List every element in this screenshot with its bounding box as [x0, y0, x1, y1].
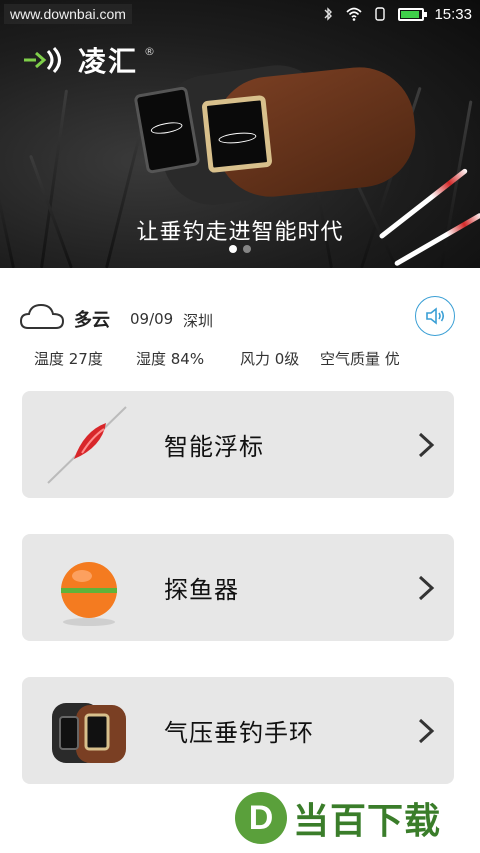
pager-dot-active[interactable]: [229, 245, 237, 253]
smart-float-icon: [47, 406, 127, 484]
logo-text: 凌汇: [78, 45, 139, 78]
wifi-icon: [346, 7, 363, 21]
battery-icon: [398, 7, 428, 21]
brand-logo: 凌汇 ®: [22, 40, 155, 80]
chevron-right-icon: [418, 718, 435, 743]
watermark-badge-icon: D: [235, 792, 287, 844]
site-watermark: www.downbai.com: [4, 4, 132, 24]
watermark-text: 当百下载: [293, 801, 442, 842]
chevron-right-icon: [418, 575, 435, 600]
chevron-right-icon: [418, 432, 435, 457]
speaker-icon: [426, 307, 445, 325]
menu-item-fish-finder[interactable]: 探鱼器: [22, 534, 454, 641]
logo-mark-icon: [24, 46, 61, 74]
menu-item-fishing-wristband[interactable]: 气压垂钓手环: [22, 677, 454, 784]
silent-icon: [375, 7, 386, 21]
bluetooth-icon: [324, 7, 333, 21]
battery-level: [401, 10, 420, 18]
fish-finder-icon: [61, 562, 117, 626]
air-quality-stat: 空气质量 优: [320, 350, 400, 368]
weather-condition: 多云: [74, 310, 110, 331]
cloud-icon: [20, 303, 64, 329]
download-site-watermark: D 当百下载: [235, 792, 441, 844]
status-bar: 15:33: [320, 0, 480, 28]
menu-item-label: 气压垂钓手环: [164, 719, 314, 747]
weather-date: 09/09: [130, 310, 174, 328]
weather-city: 深圳: [183, 312, 214, 330]
menu-item-label: 探鱼器: [164, 576, 239, 604]
clock-time: 15:33: [434, 5, 472, 23]
carousel-pager[interactable]: [0, 245, 480, 253]
weather-panel: 多云 09/09 深圳 温度 27度 湿度 84% 风力 0级 空气质量 优: [0, 268, 480, 380]
menu-item-smart-float[interactable]: 智能浮标: [22, 391, 454, 498]
wind-stat: 风力 0级: [240, 350, 300, 368]
watch-face-gold: [201, 94, 273, 174]
fishing-wristband-icon: [52, 703, 126, 763]
logo-registered-mark: ®: [144, 44, 156, 58]
humidity-stat: 湿度 84%: [136, 350, 205, 368]
menu-item-label: 智能浮标: [164, 433, 264, 461]
voice-broadcast-button[interactable]: [415, 296, 455, 336]
banner-caption: 让垂钓走进智能时代: [136, 220, 344, 245]
pager-dot[interactable]: [243, 245, 251, 253]
temperature-stat: 温度 27度: [34, 350, 103, 368]
banner-carousel[interactable]: www.downbai.com 15:33 凌汇 ® 让垂钓走进智能时代: [0, 0, 480, 268]
